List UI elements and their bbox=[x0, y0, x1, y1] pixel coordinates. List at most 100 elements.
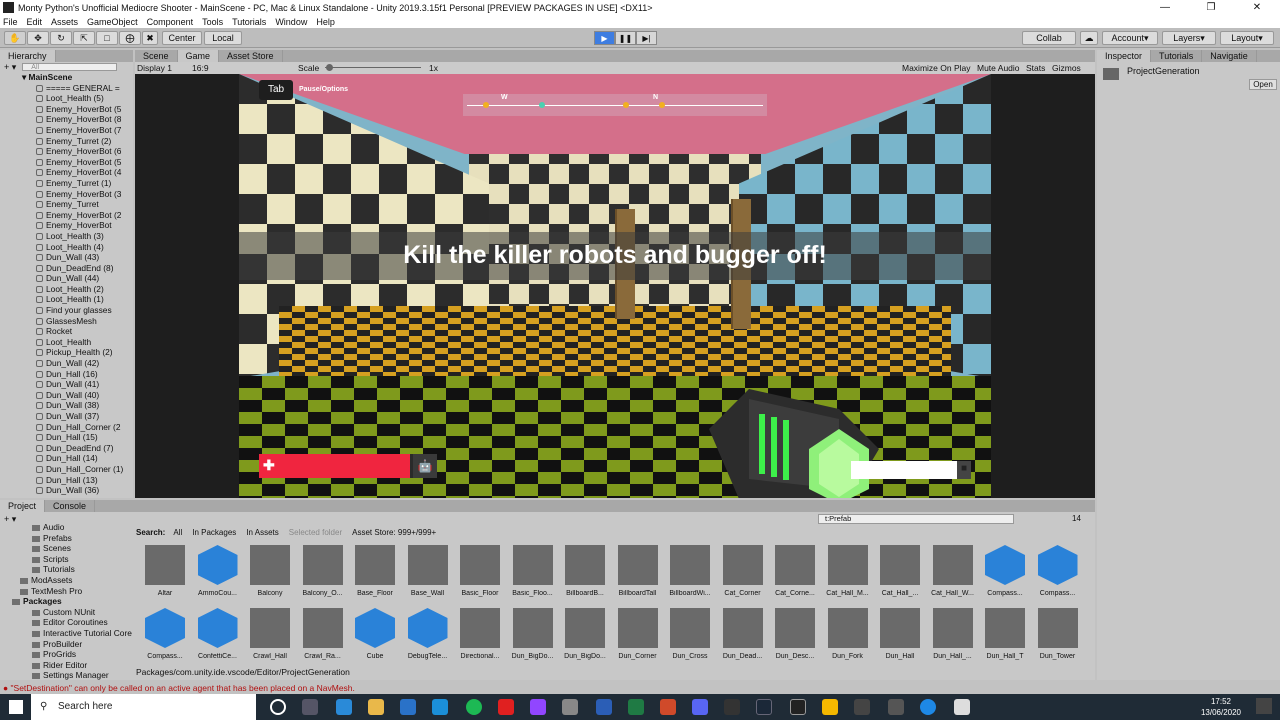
hierarchy-item[interactable]: Enemy_HoverBot (2 bbox=[36, 210, 133, 221]
asset-item[interactable]: Cube bbox=[350, 608, 400, 660]
hierarchy-item[interactable]: Enemy_HoverBot (8 bbox=[36, 114, 133, 125]
project-tree-item[interactable]: Audio bbox=[12, 522, 133, 533]
project-search-input[interactable]: t:Prefab bbox=[818, 514, 1014, 524]
menu-window[interactable]: Window bbox=[275, 17, 307, 27]
asset-item[interactable]: ConfettiCe... bbox=[193, 608, 243, 660]
hierarchy-item[interactable]: Dun_Wall (38) bbox=[36, 400, 133, 411]
hierarchy-item[interactable]: Pickup_Health (2) bbox=[36, 347, 133, 358]
asset-item[interactable]: AmmoCou... bbox=[193, 545, 243, 597]
project-tree-item[interactable]: Prefabs bbox=[12, 533, 133, 544]
cortana-icon[interactable] bbox=[270, 699, 286, 715]
rockstar-icon[interactable] bbox=[822, 699, 838, 715]
hierarchy-item[interactable]: Enemy_HoverBot (6 bbox=[36, 146, 133, 157]
hierarchy-item[interactable]: Dun_Hall_Corner (2 bbox=[36, 422, 133, 433]
hierarchy-item[interactable]: Dun_Wall (41) bbox=[36, 379, 133, 390]
asset-item[interactable]: Base_Wall bbox=[403, 545, 453, 597]
layers-dropdown[interactable]: Layers ▾ bbox=[1162, 31, 1216, 45]
taskbar-search[interactable]: ⚲ Search here bbox=[31, 694, 256, 720]
asset-item[interactable]: Cat_Hall_W... bbox=[928, 545, 978, 597]
gizmos-dropdown[interactable]: Gizmos bbox=[1052, 62, 1081, 74]
hierarchy-item[interactable]: Dun_Hall (15) bbox=[36, 432, 133, 443]
project-tree-item[interactable]: Tutorials bbox=[12, 564, 133, 575]
asset-item[interactable]: Dun_Hall bbox=[875, 608, 925, 660]
menu-help[interactable]: Help bbox=[316, 17, 335, 27]
hierarchy-item[interactable]: Enemy_Turret (2) bbox=[36, 136, 133, 147]
menu-gameobject[interactable]: GameObject bbox=[87, 17, 138, 27]
filter-in-assets[interactable]: In Assets bbox=[246, 528, 278, 537]
asset-item[interactable]: Directional... bbox=[455, 608, 505, 660]
hierarchy-item[interactable]: Dun_Hall (14) bbox=[36, 453, 133, 464]
unity-taskbar-icon[interactable] bbox=[954, 699, 970, 715]
stats-toggle[interactable]: Stats bbox=[1026, 62, 1045, 74]
tab-inspector[interactable]: Inspector bbox=[1097, 50, 1152, 62]
pause-icon[interactable]: ❚❚ bbox=[615, 31, 636, 45]
asset-item[interactable]: Dun_Desc... bbox=[770, 608, 820, 660]
asset-item[interactable]: Cat_Corner bbox=[718, 545, 768, 597]
scale-slider-handle[interactable] bbox=[326, 64, 333, 71]
tab-navigation[interactable]: Navigatie bbox=[1202, 50, 1257, 62]
asset-item[interactable]: BillboardWi... bbox=[665, 545, 715, 597]
project-tree-item[interactable]: Scenes bbox=[12, 543, 133, 554]
app-icon[interactable] bbox=[724, 699, 740, 715]
hierarchy-item[interactable]: Dun_Hall_Corner (1) bbox=[36, 464, 133, 475]
hierarchy-item[interactable]: GlassesMesh bbox=[36, 316, 133, 327]
discord-icon[interactable] bbox=[692, 699, 708, 715]
asset-item[interactable]: Dun_Corner bbox=[613, 608, 663, 660]
mail-icon[interactable] bbox=[432, 699, 448, 715]
asset-item[interactable]: Balcony bbox=[245, 545, 295, 597]
asset-item[interactable]: Dun_Dead... bbox=[718, 608, 768, 660]
minimize-icon[interactable]: — bbox=[1142, 2, 1188, 13]
status-bar[interactable]: ● "SetDestination" can only be called on… bbox=[0, 682, 1280, 694]
asset-item[interactable]: Balcony_O... bbox=[298, 545, 348, 597]
move-tool-icon[interactable]: ✥ bbox=[27, 31, 49, 45]
hierarchy-item[interactable]: Dun_DeadEnd (7) bbox=[36, 443, 133, 454]
hierarchy-item[interactable]: Enemy_HoverBot (3 bbox=[36, 189, 133, 200]
word-icon[interactable] bbox=[596, 699, 612, 715]
filter-in-packages[interactable]: In Packages bbox=[192, 528, 236, 537]
asset-item[interactable]: BillboardB... bbox=[560, 545, 610, 597]
create-plus-icon[interactable]: + ▾ bbox=[4, 62, 16, 73]
excel-icon[interactable] bbox=[628, 699, 644, 715]
scale-tool-icon[interactable]: ⇱ bbox=[73, 31, 95, 45]
edge-icon[interactable] bbox=[336, 699, 352, 715]
epic-games-icon[interactable] bbox=[790, 699, 806, 715]
rotate-tool-icon[interactable]: ↻ bbox=[50, 31, 72, 45]
menu-component[interactable]: Component bbox=[147, 17, 194, 27]
project-tree-item[interactable]: Interactive Tutorial Core bbox=[12, 628, 133, 639]
steam-icon[interactable] bbox=[756, 699, 772, 715]
app-icon[interactable] bbox=[888, 699, 904, 715]
asset-item[interactable]: Cat_Hall_... bbox=[875, 545, 925, 597]
hierarchy-item[interactable]: Enemy_Turret bbox=[36, 199, 133, 210]
tab-game[interactable]: Game bbox=[177, 50, 220, 62]
asset-item[interactable]: Compass... bbox=[1033, 545, 1083, 597]
asset-item[interactable]: DebugTele... bbox=[403, 608, 453, 660]
hierarchy-item[interactable]: Loot_Health bbox=[36, 337, 133, 348]
asset-item[interactable]: Base_Floor bbox=[350, 545, 400, 597]
project-tree-item[interactable]: Custom NUnit bbox=[12, 607, 133, 618]
asset-item[interactable]: Dun_Hall_... bbox=[928, 608, 978, 660]
hierarchy-item[interactable]: Dun_Hall (13) bbox=[36, 475, 133, 486]
hierarchy-item[interactable]: Enemy_HoverBot (5 bbox=[36, 157, 133, 168]
menu-file[interactable]: File bbox=[3, 17, 18, 27]
asset-item[interactable]: BillboardTall bbox=[613, 545, 663, 597]
step-icon[interactable]: ▶| bbox=[636, 31, 657, 45]
media-icon[interactable] bbox=[562, 699, 578, 715]
twitch-icon[interactable] bbox=[530, 699, 546, 715]
close-icon[interactable]: ✕ bbox=[1234, 2, 1280, 13]
project-tree-item[interactable]: ProBuilder bbox=[12, 639, 133, 650]
transform-tool-icon[interactable]: ⨁ bbox=[119, 31, 141, 45]
pivot-center-button[interactable]: Center bbox=[162, 31, 202, 45]
asset-item[interactable]: Compass... bbox=[140, 608, 190, 660]
menu-tutorials[interactable]: Tutorials bbox=[232, 17, 266, 27]
menu-assets[interactable]: Assets bbox=[51, 17, 78, 27]
asset-item[interactable]: Compass... bbox=[980, 545, 1030, 597]
project-tree-item[interactable]: TextMesh Pro bbox=[12, 586, 133, 597]
task-view-icon[interactable] bbox=[302, 699, 318, 715]
hierarchy-item[interactable]: Loot_Health (1) bbox=[36, 294, 133, 305]
project-tree-item[interactable]: ProGrids bbox=[12, 649, 133, 660]
custom-tool-icon[interactable]: ✖ bbox=[142, 31, 158, 45]
project-tree-item[interactable]: Scripts bbox=[12, 554, 133, 565]
hierarchy-search-input[interactable]: All bbox=[22, 63, 118, 71]
youtube-icon[interactable] bbox=[498, 699, 514, 715]
hierarchy-item[interactable]: Enemy_HoverBot (4 bbox=[36, 167, 133, 178]
